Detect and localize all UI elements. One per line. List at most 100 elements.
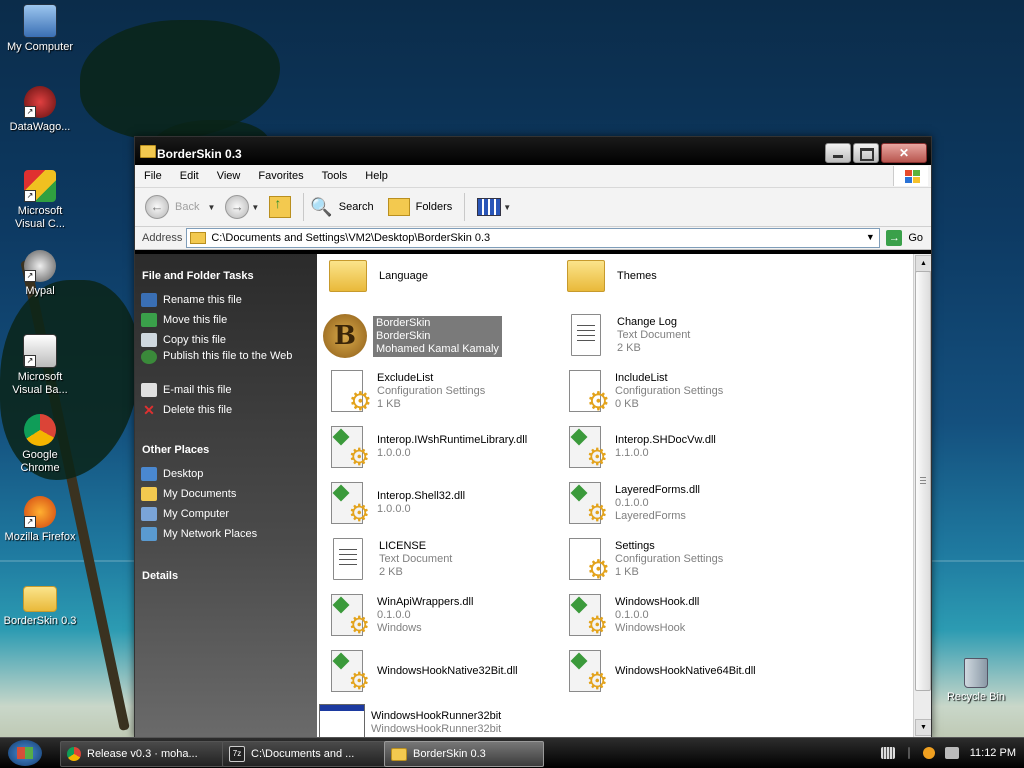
file-folder-tasks-title[interactable]: File and Folder Tasks	[142, 270, 317, 282]
taskbar-item-release[interactable]: Release v0.3 · moha...	[60, 741, 224, 767]
minimize-button[interactable]	[825, 143, 851, 163]
desktop-icon-mozilla-firefox[interactable]: ↗ Mozilla Firefox	[2, 496, 78, 544]
go-arrow-icon: →	[886, 230, 903, 246]
file-item-layeredforms[interactable]: LayeredForms.dll 0.1.0.0 LayeredForms	[561, 482, 799, 528]
file-item-license[interactable]: LICENSE Text Document 2 KB	[323, 538, 561, 580]
task-move[interactable]: Move this file	[141, 310, 317, 330]
vertical-scrollbar[interactable]: ▲ ▼	[913, 254, 931, 737]
taskbar-item-label: Release v0.3 · moha...	[87, 748, 198, 760]
file-item-interop-shell32[interactable]: Interop.Shell32.dll 1.0.0.0	[323, 482, 561, 528]
desktop-icon-visual-basic[interactable]: ↗ Microsoft Visual Ba...	[2, 334, 78, 397]
desktop-icon-label: BorderSkin 0.3	[3, 615, 77, 627]
place-my-documents[interactable]: My Documents	[141, 484, 317, 504]
back-button-label[interactable]: Back	[175, 201, 199, 213]
start-button[interactable]	[8, 740, 42, 766]
task-copy[interactable]: Copy this file	[141, 330, 317, 350]
7zip-icon: 7z	[229, 746, 245, 762]
desktop-icon-label: Mypal	[25, 285, 55, 297]
place-label: My Documents	[163, 488, 237, 500]
back-dropdown-icon[interactable]: ▼	[207, 203, 215, 212]
search-button-label[interactable]: Search	[339, 201, 374, 213]
file-item-borderskin[interactable]: B BorderSkin BorderSkin Mohamed Kamal Ka…	[323, 314, 561, 358]
desktop-icon-borderskin-folder[interactable]: BorderSkin 0.3	[2, 580, 78, 628]
datawago-icon: ↗	[24, 86, 56, 118]
forward-dropdown-icon[interactable]: ▼	[251, 203, 259, 212]
desktop-icon-datawago[interactable]: ↗ DataWago...	[2, 86, 78, 134]
file-item-windowshook[interactable]: WindowsHook.dll 0.1.0.0 WindowsHook	[561, 594, 799, 640]
file-company: Mohamed Kamal Kamaly	[376, 342, 499, 355]
address-input[interactable]: C:\Documents and Settings\VM2\Desktop\Bo…	[186, 228, 881, 248]
file-type: Text Document	[617, 328, 691, 341]
maximize-button[interactable]	[853, 143, 879, 163]
desktop-icon-label: Recycle Bin	[946, 691, 1006, 703]
address-label: Address	[142, 232, 183, 244]
file-item-winapiwrappers[interactable]: WinApiWrappers.dll 0.1.0.0 Windows	[323, 594, 561, 640]
file-item-excludelist[interactable]: ExcludeList Configuration Settings 1 KB	[323, 370, 561, 417]
desktop-icon-google-chrome[interactable]: Google Chrome	[2, 414, 78, 475]
go-button[interactable]: → Go	[880, 230, 931, 246]
close-button[interactable]: ✕	[881, 143, 927, 163]
desktop-icon-label: Microsoft Visual Ba...	[12, 371, 68, 396]
back-arrow-icon[interactable]: ←	[145, 195, 169, 219]
place-my-network-places[interactable]: My Network Places	[141, 524, 317, 544]
file-type: Configuration Settings	[377, 384, 486, 397]
scroll-up-button[interactable]: ▲	[915, 255, 931, 272]
folders-icon[interactable]	[387, 198, 410, 216]
file-version: 1.0.0.0	[377, 503, 411, 515]
place-desktop[interactable]: Desktop	[141, 464, 317, 484]
toolbar-separator	[464, 193, 466, 221]
details-title[interactable]: Details	[142, 570, 317, 582]
file-item-windowshookrunner32[interactable]: WindowsHookRunner32bit WindowsHookRunner…	[319, 704, 557, 737]
keyboard-icon[interactable]	[880, 747, 895, 759]
scroll-down-button[interactable]: ▼	[915, 719, 931, 736]
taskbar-item-borderskin[interactable]: BorderSkin 0.3	[384, 741, 544, 767]
place-my-computer[interactable]: My Computer	[141, 504, 317, 524]
other-places-title[interactable]: Other Places	[142, 444, 317, 456]
task-publish[interactable]: Publish this file to the Web	[141, 350, 317, 380]
volume-icon[interactable]	[944, 747, 959, 759]
dll-icon	[331, 594, 370, 640]
file-name: LayeredForms.dll	[615, 483, 700, 496]
desktop-icon-recycle-bin[interactable]: Recycle Bin	[938, 658, 1014, 704]
file-name: Interop.SHDocVw.dll	[615, 434, 716, 446]
up-folder-icon[interactable]: ↑	[269, 195, 292, 218]
menu-edit[interactable]: Edit	[171, 170, 208, 182]
file-item-interop-shdocvw[interactable]: Interop.SHDocVw.dll 1.1.0.0	[561, 426, 799, 472]
file-item-themes[interactable]: Themes	[561, 260, 799, 292]
address-dropdown-icon[interactable]: ▼	[863, 230, 877, 244]
task-rename[interactable]: Rename this file	[141, 290, 317, 310]
views-dropdown-icon[interactable]: ▼	[503, 203, 511, 212]
scroll-thumb[interactable]	[915, 271, 931, 691]
desktop-icon-mypal[interactable]: ↗ Mypal	[2, 250, 78, 298]
file-item-language[interactable]: Language	[323, 260, 561, 292]
firefox-icon: ↗	[24, 496, 56, 528]
clock[interactable]: 11:12 PM	[970, 747, 1016, 759]
menu-tools[interactable]: Tools	[313, 170, 357, 182]
file-item-change-log[interactable]: Change Log Text Document 2 KB	[561, 314, 799, 356]
menu-view[interactable]: View	[208, 170, 250, 182]
file-item-interop-iwsh[interactable]: Interop.IWshRuntimeLibrary.dll 1.0.0.0	[323, 426, 561, 472]
text-document-icon	[571, 314, 601, 356]
dll-icon	[569, 650, 608, 696]
views-icon[interactable]	[477, 198, 502, 216]
title-bar[interactable]: BorderSkin 0.3 ✕	[135, 137, 931, 165]
menu-favorites[interactable]: Favorites	[249, 170, 312, 182]
bitcoin-icon[interactable]	[922, 747, 935, 759]
file-name: BorderSkin	[376, 316, 431, 329]
file-item-settings[interactable]: Settings Configuration Settings 1 KB	[561, 538, 799, 585]
file-name: WinApiWrappers.dll	[377, 595, 474, 608]
desktop-icon-my-computer[interactable]: My Computer	[2, 4, 78, 54]
file-item-windowshooknative64[interactable]: WindowsHookNative64Bit.dll	[561, 650, 799, 696]
forward-arrow-icon[interactable]: →	[225, 195, 250, 219]
desktop-icon-visual-c[interactable]: ↗ Microsoft Visual C...	[2, 170, 78, 231]
task-email[interactable]: E-mail this file	[141, 380, 317, 400]
menu-bar: File Edit View Favorites Tools Help	[135, 165, 931, 188]
taskbar-item-7zip[interactable]: 7z C:\Documents and ...	[222, 741, 386, 767]
search-icon[interactable]: 🔍	[310, 197, 332, 218]
folders-button-label[interactable]: Folders	[416, 201, 453, 213]
file-item-includelist[interactable]: IncludeList Configuration Settings 0 KB	[561, 370, 799, 417]
menu-file[interactable]: File	[135, 170, 171, 182]
menu-help[interactable]: Help	[356, 170, 397, 182]
task-delete[interactable]: ✕ Delete this file	[141, 400, 317, 420]
file-item-windowshooknative32[interactable]: WindowsHookNative32Bit.dll	[323, 650, 561, 696]
